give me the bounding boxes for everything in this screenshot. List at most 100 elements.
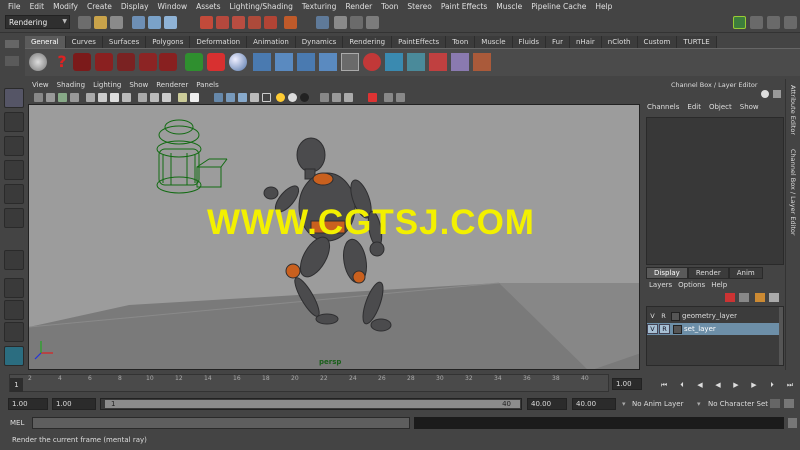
safe-action-icon[interactable] bbox=[150, 93, 159, 102]
layer-color-swatch[interactable] bbox=[673, 324, 682, 334]
step-forward-key-icon[interactable]: ▶ bbox=[750, 381, 758, 389]
ipr-render-icon[interactable] bbox=[334, 16, 347, 29]
menu-muscle[interactable]: Muscle bbox=[492, 2, 527, 11]
tab-turtle[interactable]: TURTLE bbox=[677, 36, 717, 48]
shelf-tabs-toggle-icon[interactable] bbox=[5, 40, 19, 48]
layer-tab-render[interactable]: Render bbox=[687, 267, 729, 279]
wireframe-icon[interactable] bbox=[214, 93, 223, 102]
menu-toon[interactable]: Toon bbox=[377, 2, 403, 11]
paint-brush-icon[interactable] bbox=[429, 53, 447, 71]
shelf-menu-icon[interactable] bbox=[5, 56, 19, 66]
menu-render[interactable]: Render bbox=[341, 2, 377, 11]
tab-deformation[interactable]: Deformation bbox=[190, 36, 248, 48]
menu-pipeline-cache[interactable]: Pipeline Cache bbox=[527, 2, 591, 11]
layer-move-down-icon[interactable] bbox=[769, 293, 779, 302]
channel-box-side-tab[interactable]: Channel Box / Layer Editor bbox=[789, 149, 797, 236]
channel-box-area[interactable] bbox=[646, 117, 784, 265]
select-camera-icon[interactable] bbox=[34, 93, 43, 102]
new-layer-selected-icon[interactable] bbox=[739, 293, 749, 302]
select-component-icon[interactable] bbox=[164, 16, 177, 29]
channel-box-menu-edit[interactable]: Edit bbox=[683, 103, 705, 111]
menu-display[interactable]: Display bbox=[117, 2, 154, 11]
green-leaf-icon[interactable] bbox=[185, 53, 203, 71]
high-quality-icon[interactable] bbox=[368, 93, 377, 102]
select-tool-icon[interactable] bbox=[4, 88, 24, 108]
tab-animation[interactable]: Animation bbox=[247, 36, 296, 48]
playback-end-field[interactable]: 40.00 bbox=[527, 398, 567, 410]
tab-custom[interactable]: Custom bbox=[637, 36, 678, 48]
viewport-menu-view[interactable]: View bbox=[28, 81, 53, 89]
show-tool-settings-icon[interactable] bbox=[767, 16, 780, 29]
history-icon[interactable] bbox=[284, 16, 297, 29]
viewport-nodes-icon[interactable] bbox=[396, 93, 405, 102]
channel-box-menu-object[interactable]: Object bbox=[705, 103, 736, 111]
layout-four-icon[interactable] bbox=[4, 300, 24, 320]
go-to-end-icon[interactable]: ⏭ bbox=[786, 381, 794, 389]
red-cube-icon[interactable] bbox=[207, 53, 225, 71]
shadows-icon[interactable] bbox=[288, 93, 297, 102]
layer-render-toggle[interactable]: R bbox=[658, 312, 669, 320]
select-hierarchy-icon[interactable] bbox=[132, 16, 145, 29]
tab-painteffects[interactable]: PaintEffects bbox=[392, 36, 447, 48]
cylinder-icon[interactable] bbox=[275, 53, 293, 71]
artisan-icon[interactable] bbox=[117, 53, 135, 71]
resolution-gate-icon[interactable] bbox=[110, 93, 119, 102]
textured-icon[interactable] bbox=[250, 93, 259, 102]
lasso-tool-icon[interactable] bbox=[4, 112, 24, 132]
layer-visibility-toggle[interactable]: V bbox=[647, 324, 658, 334]
camera-attributes-icon[interactable] bbox=[46, 93, 55, 102]
render-icon[interactable] bbox=[363, 53, 381, 71]
layout-outliner-icon[interactable] bbox=[4, 322, 24, 342]
safe-title-icon[interactable] bbox=[162, 93, 171, 102]
sculpt-icon[interactable] bbox=[95, 53, 113, 71]
hypershade-icon[interactable] bbox=[366, 16, 379, 29]
script-editor-icon[interactable] bbox=[788, 418, 797, 428]
paint-select-icon[interactable] bbox=[73, 53, 91, 71]
animation-preferences-icon[interactable] bbox=[784, 399, 794, 408]
make-live-icon[interactable] bbox=[264, 16, 277, 29]
menu-window[interactable]: Window bbox=[154, 2, 193, 11]
viewport-menu-renderer[interactable]: Renderer bbox=[152, 81, 192, 89]
menu-paint-effects[interactable]: Paint Effects bbox=[437, 2, 492, 11]
range-slider-thumb[interactable] bbox=[105, 400, 520, 408]
render-settings-icon[interactable] bbox=[350, 16, 363, 29]
xray-active-icon[interactable] bbox=[344, 93, 353, 102]
viewport-menu-show[interactable]: Show bbox=[125, 81, 152, 89]
viewport-maximize-icon[interactable] bbox=[384, 93, 393, 102]
viewport-menu-panels[interactable]: Panels bbox=[192, 81, 223, 89]
tab-ncloth[interactable]: nCloth bbox=[601, 36, 638, 48]
paint-fx-icon[interactable] bbox=[159, 53, 177, 71]
viewport-menu-shading[interactable]: Shading bbox=[53, 81, 89, 89]
tab-rendering[interactable]: Rendering bbox=[343, 36, 393, 48]
save-scene-icon[interactable] bbox=[110, 16, 123, 29]
fluid-icon[interactable] bbox=[407, 53, 425, 71]
menu-texturing[interactable]: Texturing bbox=[298, 2, 342, 11]
menu-file[interactable]: File bbox=[4, 2, 26, 11]
menu-set-dropdown[interactable]: Rendering ▼ bbox=[5, 15, 70, 29]
snap-surface-icon[interactable] bbox=[248, 16, 261, 29]
layer-tab-display[interactable]: Display bbox=[646, 267, 688, 279]
play-backwards-icon[interactable]: ◀ bbox=[714, 381, 722, 389]
menu-help[interactable]: Help bbox=[591, 2, 617, 11]
text-icon[interactable] bbox=[190, 93, 199, 102]
menu-lighting-shading[interactable]: Lighting/Shading bbox=[226, 2, 298, 11]
new-scene-icon[interactable] bbox=[78, 16, 91, 29]
deformer-icon[interactable] bbox=[473, 53, 491, 71]
channel-box-menu-show[interactable]: Show bbox=[736, 103, 763, 111]
menu-assets[interactable]: Assets bbox=[192, 2, 225, 11]
layer-menu-layers[interactable]: Layers bbox=[646, 281, 675, 289]
toon-icon[interactable] bbox=[385, 53, 403, 71]
cone-icon[interactable] bbox=[297, 53, 315, 71]
field-chart-icon[interactable] bbox=[138, 93, 147, 102]
new-layer-icon[interactable] bbox=[725, 293, 735, 302]
lattice-icon[interactable] bbox=[451, 53, 469, 71]
tab-general[interactable]: General bbox=[25, 36, 66, 48]
brush-icon[interactable] bbox=[139, 53, 157, 71]
isolate-icon[interactable] bbox=[178, 93, 187, 102]
time-slider[interactable]: 1 2 4 6 8 10 12 14 16 18 20 22 24 26 28 … bbox=[9, 374, 609, 392]
open-scene-icon[interactable] bbox=[94, 16, 107, 29]
layer-tab-anim[interactable]: Anim bbox=[728, 267, 763, 279]
play-forwards-icon[interactable]: ▶ bbox=[732, 381, 740, 389]
help-icon[interactable]: ? bbox=[53, 53, 71, 71]
film-reel-icon[interactable] bbox=[29, 53, 47, 71]
